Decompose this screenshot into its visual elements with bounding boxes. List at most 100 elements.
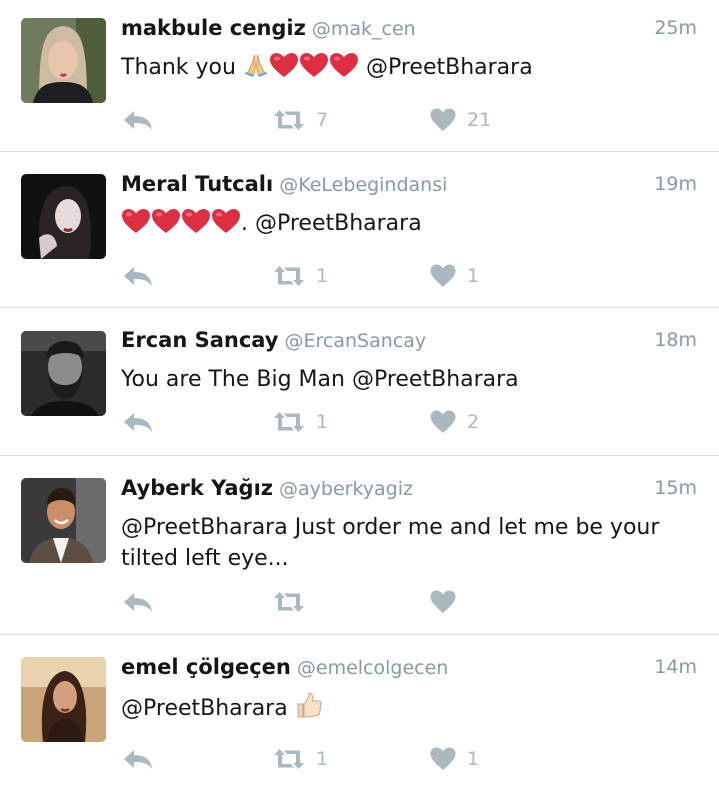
tweet-content: Meral Tutcalı @KeLebegindansi 19m . @Pree… — [121, 167, 697, 243]
tweet-actions — [121, 586, 481, 618]
retweet-count: 1 — [316, 411, 329, 433]
reply-icon — [124, 413, 152, 432]
like-count: 1 — [467, 265, 480, 287]
retweet-icon — [274, 412, 304, 432]
tweet[interactable]: Ayberk Yağız @ayberkyagiz 15m @PreetBhara… — [0, 456, 719, 635]
tweet-text: You are The Big Man @PreetBharara — [121, 364, 697, 395]
tweet-timestamp[interactable]: 15m — [654, 471, 697, 505]
tweet-actions: 1 1 — [121, 260, 481, 292]
like-count: 21 — [467, 109, 492, 131]
tweet-header: makbule cengiz @mak_cen 25m — [121, 11, 697, 45]
heart-emoji — [211, 208, 241, 243]
tweet-text-suffix: @PreetBharara — [358, 55, 533, 80]
like-button[interactable]: 1 — [429, 260, 479, 292]
reply-icon — [124, 593, 152, 612]
author-name[interactable]: emel çölgeçen — [121, 655, 291, 679]
tweet[interactable]: Meral Tutcalı @KeLebegindansi 19m . @Pree… — [0, 152, 719, 308]
retweet-button[interactable]: 1 — [272, 743, 328, 775]
tweet-actions: 1 1 — [121, 743, 481, 775]
tweet-actions: 7 21 — [121, 104, 491, 136]
avatar-photo-image — [21, 174, 106, 259]
author-handle[interactable]: @mak_cen — [312, 18, 416, 40]
heart-emoji — [151, 208, 181, 243]
author-handle[interactable]: @emelcolgecen — [297, 657, 448, 679]
avatar-photo-image — [21, 657, 106, 742]
heart-emoji — [121, 208, 151, 243]
like-button[interactable]: 1 — [429, 743, 479, 775]
tweet-timestamp[interactable]: 14m — [654, 650, 697, 684]
author-name[interactable]: Ayberk Yağız — [121, 476, 273, 500]
tweet-text: Thank you @PreetBharara — [121, 52, 697, 87]
avatar-photo-image — [21, 18, 106, 103]
reply-button[interactable] — [121, 406, 155, 438]
like-count: 2 — [467, 411, 480, 433]
reply-button[interactable] — [121, 586, 155, 618]
author-handle[interactable]: @ayberkyagiz — [279, 478, 413, 500]
tweet-content: makbule cengiz @mak_cen 25m Thank you @Pr… — [121, 11, 697, 87]
tweet-text-prefix: Thank you — [121, 55, 243, 80]
reply-icon — [124, 267, 152, 286]
tweet[interactable]: emel çölgeçen @emelcolgecen 14m @PreetBha… — [0, 635, 719, 786]
heart-icon — [430, 108, 456, 131]
tweet-content: Ercan Sancay @ErcanSancay 18m You are The… — [121, 323, 697, 395]
heart-emoji — [329, 52, 359, 87]
reply-button[interactable] — [121, 260, 155, 292]
author-name[interactable]: Ercan Sancay — [121, 328, 279, 352]
tweet-content: emel çölgeçen @emelcolgecen 14m @PreetBha… — [121, 650, 697, 728]
thumbs-up-emoji — [295, 691, 323, 728]
tweet-text-prefix: @PreetBharara — [121, 696, 295, 721]
like-button[interactable]: 21 — [429, 104, 491, 136]
heart-emoji — [299, 52, 329, 87]
avatar[interactable] — [21, 657, 106, 742]
author-handle[interactable]: @ErcanSancay — [285, 330, 427, 352]
retweet-icon — [274, 592, 304, 612]
tweet-text-prefix: @PreetBharara Just order me and let me b… — [121, 515, 667, 571]
author-handle[interactable]: @KeLebegindansi — [279, 174, 447, 196]
tweet-header: emel çölgeçen @emelcolgecen 14m — [121, 650, 697, 684]
avatar[interactable] — [21, 331, 106, 416]
tweet[interactable]: makbule cengiz @mak_cen 25m Thank you @Pr… — [0, 0, 719, 152]
author-name[interactable]: makbule cengiz — [121, 16, 306, 40]
tweet-header: Meral Tutcalı @KeLebegindansi 19m — [121, 167, 697, 201]
retweet-count: 1 — [316, 748, 329, 770]
retweet-count: 7 — [316, 109, 329, 131]
reply-icon — [124, 111, 152, 130]
tweet-text-prefix: You are The Big Man @PreetBharara — [121, 367, 519, 392]
tweet-timestamp[interactable]: 25m — [654, 11, 697, 45]
tweet-text: @PreetBharara — [121, 691, 697, 728]
retweet-count: 1 — [316, 265, 329, 287]
heart-icon — [430, 590, 456, 613]
avatar[interactable] — [21, 478, 106, 563]
reply-button[interactable] — [121, 104, 155, 136]
tweet-header: Ercan Sancay @ErcanSancay 18m — [121, 323, 697, 357]
retweet-button[interactable]: 7 — [272, 104, 328, 136]
tweet-timestamp[interactable]: 18m — [654, 323, 697, 357]
heart-emoji — [269, 52, 299, 87]
heart-icon — [430, 264, 456, 287]
reply-icon — [124, 750, 152, 769]
tweet-text: @PreetBharara Just order me and let me b… — [121, 512, 697, 574]
retweet-icon — [274, 266, 304, 286]
tweet-timestamp[interactable]: 19m — [654, 167, 697, 201]
author-name[interactable]: Meral Tutcalı — [121, 172, 273, 196]
heart-icon — [430, 747, 456, 770]
tweet-header: Ayberk Yağız @ayberkyagiz 15m — [121, 471, 697, 505]
tweet-content: Ayberk Yağız @ayberkyagiz 15m @PreetBhara… — [121, 471, 697, 574]
avatar[interactable] — [21, 174, 106, 259]
retweet-button[interactable] — [272, 586, 316, 618]
reply-button[interactable] — [121, 743, 155, 775]
tweet-text-suffix: . @PreetBharara — [241, 211, 422, 236]
tweet[interactable]: Ercan Sancay @ErcanSancay 18m You are The… — [0, 308, 719, 456]
avatar-photo-image — [21, 478, 106, 563]
avatar[interactable] — [21, 18, 106, 103]
like-button[interactable]: 2 — [429, 406, 479, 438]
retweet-button[interactable]: 1 — [272, 406, 328, 438]
tweet-text: . @PreetBharara — [121, 208, 697, 243]
tweet-timeline: makbule cengiz @mak_cen 25m Thank you @Pr… — [0, 0, 719, 786]
retweet-icon — [274, 110, 304, 130]
tweet-actions: 1 2 — [121, 406, 481, 438]
retweet-button[interactable]: 1 — [272, 260, 328, 292]
like-button[interactable] — [429, 586, 467, 618]
folded-hands-emoji — [243, 52, 269, 87]
heart-emoji — [181, 208, 211, 243]
